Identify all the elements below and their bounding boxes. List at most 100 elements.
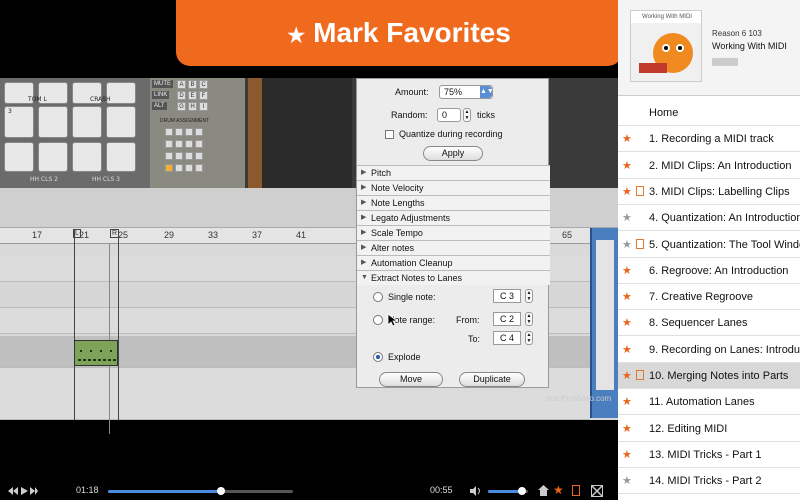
disclosure-down-icon: ▼ <box>361 274 368 281</box>
lesson-label: 14. MIDI Tricks - Part 2 <box>649 475 762 488</box>
lesson-item[interactable]: ★ 7. Creative Regroove <box>618 284 800 311</box>
random-input[interactable]: 0 <box>437 108 461 122</box>
single-note-value[interactable]: C 3 <box>493 289 521 303</box>
move-button[interactable]: Move <box>379 372 443 387</box>
lesson-label: 5. Quantization: The Tool Window <box>649 238 800 251</box>
fullscreen-icon[interactable] <box>591 485 603 497</box>
lesson-item[interactable]: ★ 8. Sequencer Lanes <box>618 310 800 337</box>
favorite-star-icon[interactable]: ★ <box>622 343 632 356</box>
section-alter-notes[interactable]: ▶ Alter notes <box>357 240 550 255</box>
favorite-star-icon[interactable]: ★ <box>622 422 632 435</box>
course-badge <box>712 58 738 66</box>
disclosure-right-icon: ▶ <box>361 199 367 206</box>
mute-label: MUTE <box>152 80 173 88</box>
favorite-star-icon[interactable]: ★ <box>622 316 632 329</box>
home-icon[interactable] <box>538 485 549 496</box>
favorite-star-icon[interactable]: ★ <box>622 369 632 382</box>
key-b[interactable]: B <box>188 80 197 89</box>
lesson-item[interactable]: ★ 12. Editing MIDI <box>618 416 800 442</box>
volume-knob[interactable] <box>518 487 526 495</box>
lesson-label: 10. Merging Notes into Parts <box>649 370 789 382</box>
key-c[interactable]: C <box>199 80 208 89</box>
lesson-item[interactable]: ★ 13. MIDI Tricks - Part 1 <box>618 442 800 468</box>
key-a[interactable]: A <box>177 80 186 89</box>
drum-assignment-grid <box>165 128 210 178</box>
section-note-velocity[interactable]: ▶ Note Velocity <box>357 180 550 195</box>
progress-knob[interactable] <box>216 487 225 495</box>
section-automation-cleanup[interactable]: ▶ Automation Cleanup <box>357 255 550 270</box>
favorite-star-icon[interactable]: ★ <box>622 185 632 198</box>
to-stepper[interactable]: ▲ ▼ <box>525 331 533 345</box>
key-h[interactable]: H <box>188 102 197 111</box>
lesson-item[interactable]: ★ 5. Quantization: The Tool Window <box>618 232 800 258</box>
lesson-label: 4. Quantization: An Introduction <box>649 212 800 225</box>
favorite-star-icon[interactable]: ★ <box>622 238 632 251</box>
disclosure-right-icon: ▶ <box>361 214 367 221</box>
single-note-label: Single note: <box>388 292 436 302</box>
single-note-radio[interactable] <box>373 292 383 302</box>
lesson-item[interactable]: ★ 11. Automation Lanes <box>618 389 800 416</box>
home-link[interactable]: Home <box>618 100 800 126</box>
volume-icon[interactable] <box>470 486 482 496</box>
lesson-label: 8. Sequencer Lanes <box>649 317 748 330</box>
amount-value: 75% <box>444 87 463 97</box>
section-note-lengths[interactable]: ▶ Note Lengths <box>357 195 550 210</box>
ruler-tick: 25 <box>118 230 129 240</box>
section-extract-notes[interactable]: ▼ Extract Notes to Lanes <box>357 270 550 285</box>
lesson-item[interactable]: ★ 9. Recording on Lanes: Introduction <box>618 337 800 363</box>
explode-radio[interactable] <box>373 352 383 362</box>
quantize-checkbox[interactable] <box>385 130 394 139</box>
favorite-star-icon[interactable]: ★ <box>622 159 632 172</box>
notes-doc-icon[interactable] <box>636 238 644 249</box>
lesson-label: Home <box>649 107 679 119</box>
lesson-item[interactable]: ★ 14. MIDI Tricks - Part 2 <box>618 468 800 495</box>
midi-clip[interactable] <box>74 340 118 366</box>
lesson-item[interactable]: ★ 10. Merging Notes into Parts <box>618 363 800 389</box>
favorite-star-icon[interactable]: ★ <box>622 132 632 145</box>
from-value[interactable]: C 2 <box>493 312 521 326</box>
section-legato[interactable]: ▶ Legato Adjustments <box>357 210 550 225</box>
key-e[interactable]: E <box>188 91 197 100</box>
key-i[interactable]: I <box>199 102 208 111</box>
random-stepper[interactable]: ▲ ▼ <box>463 108 471 122</box>
apply-button[interactable]: Apply <box>423 146 483 161</box>
notes-doc-icon[interactable] <box>636 370 644 380</box>
video-player[interactable]: TOM L CRASH 3 HH CLS 2 HH CLS 3 MUTE LIN… <box>0 0 618 500</box>
section-scale-tempo[interactable]: ▶ Scale Tempo <box>357 225 550 240</box>
key-g[interactable]: G <box>177 102 186 111</box>
transport-icon[interactable] <box>8 486 38 496</box>
single-note-stepper[interactable]: ▲ ▼ <box>525 289 533 303</box>
progress-bar[interactable] <box>108 487 293 495</box>
lesson-item[interactable]: ★ 3. MIDI Clips: Labelling Clips <box>618 179 800 205</box>
lesson-item[interactable]: ★ 1. Recording a MIDI track <box>618 126 800 153</box>
favorite-star-icon[interactable]: ★ <box>622 211 632 224</box>
volume-slider[interactable] <box>488 487 528 495</box>
lesson-item[interactable]: ★ 4. Quantization: An Introduction <box>618 205 800 232</box>
favorite-star-icon[interactable]: ★ <box>622 290 632 303</box>
favorite-star-icon[interactable]: ★ <box>622 474 632 487</box>
course-header: Working With MIDI Reason 6 103 Working W… <box>618 0 800 96</box>
amount-select[interactable]: 75% ▲▼ <box>439 85 494 99</box>
from-stepper[interactable]: ▲ ▼ <box>525 312 533 326</box>
notes-doc-icon[interactable] <box>636 185 644 196</box>
explode-label: Explode <box>388 352 421 362</box>
duplicate-button[interactable]: Duplicate <box>459 372 525 387</box>
key-f[interactable]: F <box>199 91 208 100</box>
disclosure-right-icon: ▶ <box>361 229 367 236</box>
favorite-star-icon[interactable]: ★ <box>553 483 564 497</box>
key-d[interactable]: D <box>177 91 186 100</box>
lesson-label: 9. Recording on Lanes: Introduction <box>649 343 800 356</box>
drum-pad <box>106 142 136 172</box>
section-pitch[interactable]: ▶ Pitch <box>357 165 550 180</box>
lesson-label: 7. Creative Regroove <box>649 291 753 304</box>
favorite-star-icon[interactable]: ★ <box>622 395 632 408</box>
favorite-star-icon[interactable]: ★ <box>622 448 632 461</box>
lesson-label: 2. MIDI Clips: An Introduction <box>649 159 792 172</box>
favorite-star-icon[interactable]: ★ <box>622 264 632 277</box>
to-value[interactable]: C 4 <box>493 331 521 345</box>
note-range-radio[interactable] <box>373 315 383 325</box>
notes-doc-icon[interactable] <box>572 485 580 496</box>
star-icon: ★ <box>287 25 306 47</box>
lesson-item[interactable]: ★ 2. MIDI Clips: An Introduction <box>618 153 800 179</box>
lesson-item[interactable]: ★ 6. Regroove: An Introduction <box>618 258 800 284</box>
